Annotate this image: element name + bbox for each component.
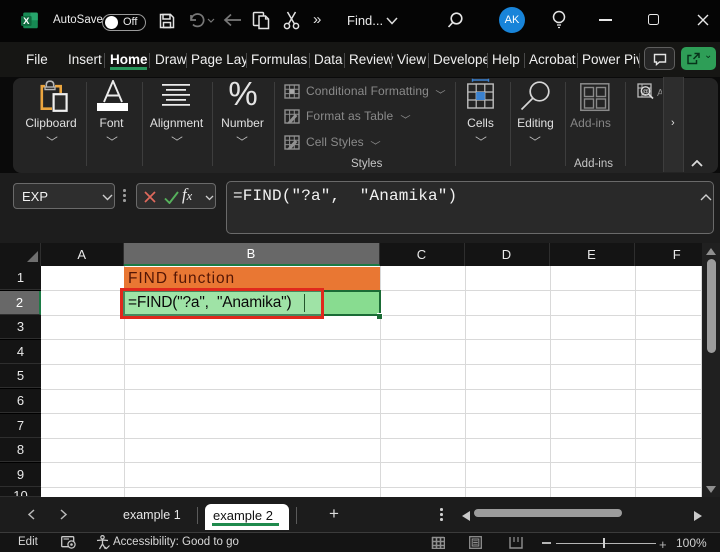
svg-text:X: X xyxy=(23,16,30,27)
svg-text:@: @ xyxy=(642,89,649,96)
